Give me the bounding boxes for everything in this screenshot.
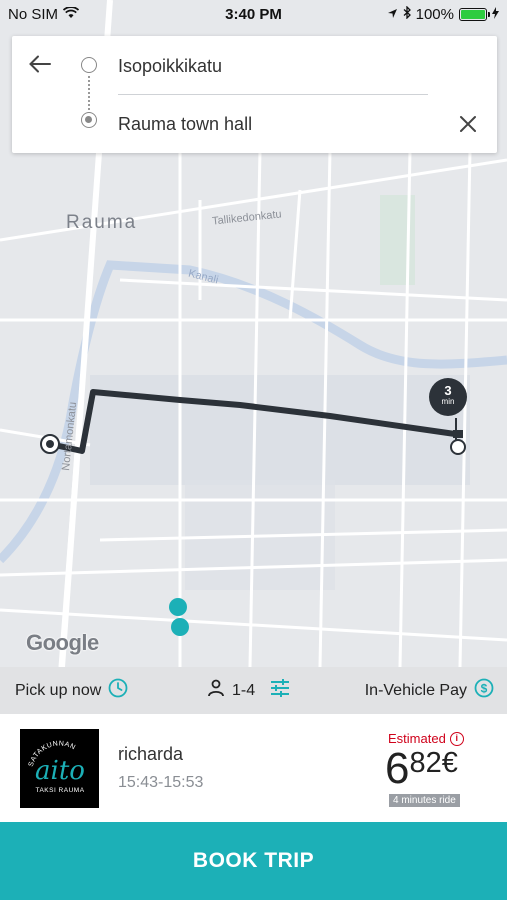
price-integer: 6: [385, 744, 410, 793]
eta-bubble: 3 min: [429, 378, 467, 416]
ride-duration-badge: 4 minutes ride: [389, 794, 460, 807]
passengers-label: 1-4: [232, 681, 256, 699]
eta-value: 3: [444, 383, 452, 398]
ride-option-row[interactable]: SATAKUNNAN aito TAKSI RAUMA richarda 15:…: [0, 714, 507, 822]
logo-text-main: aito: [35, 756, 85, 786]
location-arrow-icon: [387, 6, 398, 23]
route-search-card: [12, 36, 497, 153]
google-logo: Google: [26, 630, 99, 655]
battery-percent: 100%: [415, 5, 454, 23]
filter-icon[interactable]: [270, 679, 290, 702]
price: 6 82€: [385, 744, 458, 794]
logo-text-bottom: TAKSI RAUMA: [35, 787, 84, 794]
field-divider: [118, 94, 428, 95]
trip-options-bar: Pick up now 1-4 In-Vehicle Pay $: [0, 667, 507, 714]
origin-marker: [81, 57, 97, 73]
clock-icon: [108, 678, 128, 703]
price-decimal: 82€: [409, 747, 458, 779]
provider-name: richarda: [118, 744, 184, 764]
provider-logo: SATAKUNNAN aito TAKSI RAUMA: [20, 729, 99, 808]
origin-input[interactable]: [118, 52, 428, 80]
battery-icon: [459, 7, 490, 21]
pickup-label: Pick up now: [15, 681, 102, 699]
passengers-option[interactable]: 1-4: [207, 679, 290, 702]
carrier-label: No SIM: [8, 5, 59, 23]
ride-time-window: 15:43-15:53: [118, 774, 204, 791]
eta-unit: min: [441, 397, 455, 406]
svg-text:$: $: [481, 682, 488, 696]
close-icon[interactable]: [454, 110, 482, 138]
destination-marker: [81, 112, 97, 128]
book-trip-button[interactable]: BOOK TRIP: [0, 822, 507, 900]
back-arrow-icon[interactable]: [26, 50, 54, 78]
wifi-icon: [62, 5, 80, 23]
charging-icon: [492, 6, 499, 23]
person-icon: [207, 679, 225, 702]
status-bar: No SIM 3:40 PM 100%: [0, 0, 507, 28]
payment-option[interactable]: In-Vehicle Pay $: [365, 678, 494, 703]
bluetooth-icon: [403, 4, 411, 23]
destination-input[interactable]: [118, 110, 428, 138]
dollar-icon: $: [474, 678, 494, 703]
city-label: Rauma: [66, 212, 138, 233]
payment-label: In-Vehicle Pay: [364, 681, 467, 699]
battery-fill: [461, 9, 485, 19]
pickup-time-option[interactable]: Pick up now: [15, 678, 128, 703]
